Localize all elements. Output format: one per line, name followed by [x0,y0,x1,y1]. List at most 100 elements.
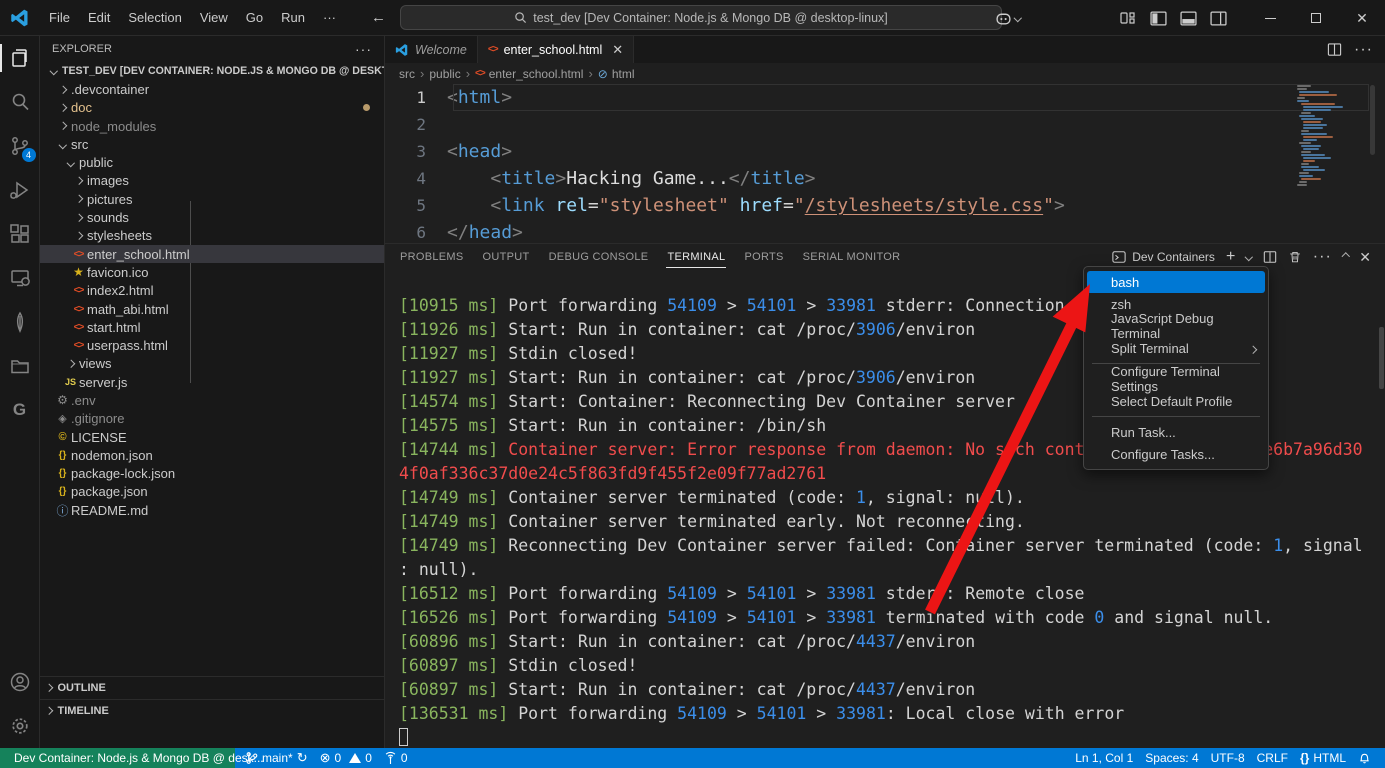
activity-remote-explorer-icon[interactable] [0,256,40,300]
panel-tab-ports[interactable]: PORTS [743,246,784,268]
kill-terminal-icon[interactable] [1288,250,1302,264]
activity-source-control-icon[interactable]: 4 [0,124,40,168]
menu-go[interactable]: Go [237,7,272,28]
terminal-profile-button[interactable]: Dev Containers [1112,250,1215,264]
menu-item-split-terminal[interactable]: Split Terminal [1087,337,1265,359]
editor-more-icon[interactable]: ··· [1354,41,1373,59]
split-terminal-icon[interactable] [1263,250,1277,264]
tree-item[interactable]: src [40,135,384,153]
ports-status[interactable]: 0 [378,751,414,765]
problems-status[interactable]: ⊗ 0 0 [314,750,378,766]
activity-explorer-icon[interactable] [0,36,40,80]
tree-item[interactable]: ⓘREADME.md [40,501,384,519]
tree-item[interactable]: ◈.gitignore [40,410,384,428]
activity-account-icon[interactable] [0,660,40,704]
tree-item[interactable]: images [40,172,384,190]
activity-settings-icon[interactable] [0,704,40,748]
tree-root-folder[interactable]: TEST_DEV [DEV CONTAINER: NODE.JS & MONGO… [40,62,384,80]
command-center-search[interactable]: test_dev [Dev Container: Node.js & Mongo… [400,5,1002,30]
menu-view[interactable]: View [191,7,237,28]
copilot-icon[interactable] [989,5,1027,31]
tree-item[interactable]: {}nodemon.json [40,446,384,464]
nav-back-icon[interactable]: ← [371,9,386,26]
activity-gitlens-icon[interactable]: G [0,388,40,432]
code-editor[interactable]: 1<html>23<head>4 <title>Hacking Game...<… [385,84,1385,244]
branch-status[interactable]: main* ↻ [239,750,314,766]
tree-item[interactable]: .devcontainer [40,80,384,98]
tab-close-icon[interactable]: ✕ [612,42,623,58]
toggle-primary-sidebar-icon[interactable] [1143,5,1173,31]
menu-file[interactable]: File [40,7,79,28]
panel-tab-terminal[interactable]: TERMINAL [666,246,726,268]
menu-item-configure-tasks-[interactable]: Configure Tasks... [1087,443,1265,465]
explorer-more-icon[interactable]: ··· [355,41,372,57]
menu-item-select-default-profile[interactable]: Select Default Profile [1087,390,1265,412]
menu-item-configure-terminal-settings[interactable]: Configure Terminal Settings [1087,368,1265,390]
panel-maximize-icon[interactable] [1342,253,1350,261]
tree-item[interactable]: ⚙.env [40,391,384,409]
activity-run-debug-icon[interactable] [0,168,40,212]
panel-tab-output[interactable]: OUTPUT [482,246,531,268]
tree-item[interactable]: public [40,153,384,171]
window-maximize-button[interactable] [1293,0,1339,36]
section-timeline[interactable]: TIMELINE [40,699,384,722]
tree-item[interactable]: <>userpass.html [40,336,384,354]
language-mode[interactable]: {} HTML [1294,751,1352,765]
section-outline[interactable]: OUTLINE [40,676,384,699]
customize-layout-icon[interactable] [1113,5,1143,31]
toggle-panel-icon[interactable] [1173,5,1203,31]
panel-close-icon[interactable]: ✕ [1359,249,1371,266]
breadcrumb-public[interactable]: public [429,67,460,81]
terminal-scrollbar[interactable] [1379,327,1384,389]
encoding[interactable]: UTF-8 [1205,751,1251,765]
panel-more-icon[interactable]: ··· [1313,248,1332,266]
activity-mongodb-icon[interactable] [0,300,40,344]
tab-enter-school-html[interactable]: <>enter_school.html✕ [478,36,634,63]
menu-item-run-task-[interactable]: Run Task... [1087,421,1265,443]
tree-item[interactable]: sounds [40,208,384,226]
breadcrumb-enter-school-html[interactable]: <>enter_school.html [475,67,583,81]
split-editor-icon[interactable] [1327,42,1342,57]
panel-tab-debug-console[interactable]: DEBUG CONSOLE [548,246,650,268]
tab-welcome[interactable]: Welcome [385,36,478,63]
window-close-button[interactable]: ✕ [1339,0,1385,36]
breadcrumb-src[interactable]: src [399,67,415,81]
menu-selection[interactable]: Selection [119,7,190,28]
indentation[interactable]: Spaces: 4 [1139,751,1204,765]
activity-extensions-icon[interactable] [0,212,40,256]
tree-item[interactable]: ©LICENSE [40,428,384,446]
menu-run[interactable]: Run [272,7,314,28]
new-terminal-icon[interactable]: + [1226,248,1235,266]
panel-tab-serial-monitor[interactable]: SERIAL MONITOR [802,246,902,268]
tree-item[interactable]: {}package-lock.json [40,465,384,483]
menu-edit[interactable]: Edit [79,7,119,28]
panel-tab-problems[interactable]: PROBLEMS [399,246,465,268]
terminal-profile-dropdown-icon[interactable] [1245,253,1253,261]
tree-item[interactable]: <>index2.html [40,282,384,300]
tree-item[interactable]: <>math_abi.html [40,300,384,318]
tree-item[interactable]: ★favicon.ico [40,263,384,281]
menu-item-javascript-debug-terminal[interactable]: JavaScript Debug Terminal [1087,315,1265,337]
window-minimize-button[interactable] [1247,0,1293,36]
minimap[interactable] [1297,85,1359,197]
activity-search-icon[interactable] [0,80,40,124]
tree-item[interactable]: doc [40,99,384,117]
menu-item-bash[interactable]: bash [1087,271,1265,293]
toggle-secondary-sidebar-icon[interactable] [1203,5,1233,31]
tree-item[interactable]: <>enter_school.html [40,245,384,263]
cursor-position[interactable]: Ln 1, Col 1 [1069,751,1139,765]
tree-item[interactable]: node_modules [40,117,384,135]
editor-scrollbar[interactable] [1370,85,1375,155]
remote-indicator[interactable]: Dev Container: Node.js & Mongo DB @ desk… [0,748,235,768]
tree-item[interactable]: views [40,355,384,373]
tree-item[interactable]: pictures [40,190,384,208]
tree-item[interactable]: {}package.json [40,483,384,501]
tree-item[interactable]: stylesheets [40,227,384,245]
activity-dev-containers-icon[interactable] [0,344,40,388]
breadcrumb-html[interactable]: ⊘html [598,67,635,81]
tree-item[interactable]: <>start.html [40,318,384,336]
menu-more[interactable]: ··· [314,7,345,28]
tree-item[interactable]: JSserver.js [40,373,384,391]
eol-sequence[interactable]: CRLF [1251,751,1294,765]
notifications-bell-icon[interactable] [1352,751,1377,765]
